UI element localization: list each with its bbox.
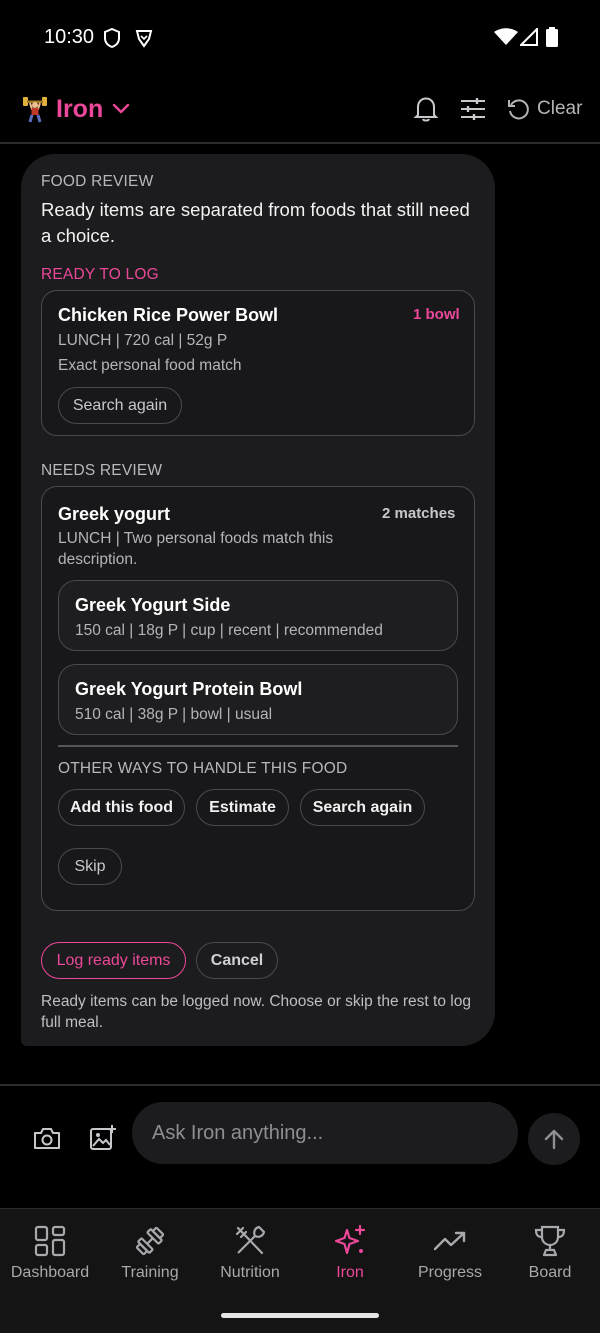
image-add-icon[interactable] <box>89 1124 117 1152</box>
ready-to-log-label: READY TO LOG <box>41 266 159 283</box>
send-button[interactable] <box>528 1113 580 1165</box>
nav-label: Training <box>121 1264 179 1281</box>
trending-up-icon <box>433 1231 466 1251</box>
review-item-title: Greek yogurt <box>58 504 171 524</box>
food-review-lead: Ready items are separated from foods tha… <box>41 199 470 246</box>
match-option-title: Greek Yogurt Side <box>75 595 231 615</box>
nav-iron[interactable]: Iron <box>300 1224 400 1282</box>
review-item-badge: 2 matches <box>382 505 456 522</box>
nav-label: Iron <box>336 1264 364 1281</box>
app-title[interactable]: Iron <box>56 95 103 124</box>
arrow-up-icon <box>544 1129 564 1150</box>
nav-label: Progress <box>417 1264 483 1281</box>
camera-icon[interactable] <box>33 1126 61 1150</box>
nav-progress[interactable]: Progress <box>400 1224 500 1282</box>
ready-item-title: Chicken Rice Power Bowl <box>58 305 279 325</box>
ready-item-badge: 1 bowl <box>413 306 460 323</box>
ask-input[interactable]: Ask Iron anything... <box>132 1102 518 1164</box>
food-review-label: FOOD REVIEW <box>41 173 154 190</box>
trophy-icon <box>534 1225 566 1257</box>
sliders-icon[interactable] <box>460 97 486 121</box>
other-ways-label: OTHER WAYS TO HANDLE THIS FOOD <box>58 760 348 777</box>
nav-label: Board <box>528 1264 572 1281</box>
footer-hint: Ready items can be logged now. Choose or… <box>41 993 471 1031</box>
needs-review-label: NEEDS REVIEW <box>41 462 163 479</box>
chevron-down-icon[interactable] <box>112 102 130 116</box>
brave-icon <box>135 30 153 48</box>
home-indicator <box>221 1313 379 1318</box>
review-item-meta: LUNCH | Two personal foods match this de… <box>58 530 334 568</box>
header-divider <box>0 142 600 144</box>
nav-dashboard[interactable]: Dashboard <box>0 1224 100 1282</box>
ready-item-meta: LUNCH | 720 cal | 52g P <box>58 332 228 349</box>
ready-search-again-button[interactable]: Search again <box>58 387 182 424</box>
utensils-icon <box>235 1225 266 1255</box>
composer-divider <box>0 1084 600 1086</box>
cancel-button[interactable]: Cancel <box>196 942 278 979</box>
nav-training[interactable]: Training <box>100 1224 200 1282</box>
add-this-food-button[interactable]: Add this food <box>58 789 185 826</box>
estimate-button[interactable]: Estimate <box>196 789 289 826</box>
ready-item-note: Exact personal food match <box>58 357 242 374</box>
nav-board[interactable]: Board <box>500 1224 600 1282</box>
status-time: 10:30 <box>44 26 95 48</box>
dashboard-icon <box>34 1225 66 1257</box>
match-option-meta: 150 cal | 18g P | cup | recent | recomme… <box>75 622 383 639</box>
dumbbell-icon <box>135 1226 165 1256</box>
nav-label: Nutrition <box>220 1264 280 1281</box>
options-divider <box>58 745 458 747</box>
nav-label: Dashboard <box>10 1264 90 1281</box>
match-option-meta: 510 cal | 38g P | bowl | usual <box>75 706 273 723</box>
nav-nutrition[interactable]: Nutrition <box>200 1224 300 1282</box>
skip-button[interactable]: Skip <box>58 848 122 885</box>
match-option-title: Greek Yogurt Protein Bowl <box>75 679 303 699</box>
battery-icon <box>546 27 558 47</box>
reset-icon[interactable] <box>506 97 530 121</box>
search-again-button[interactable]: Search again <box>300 789 425 826</box>
sparkles-icon <box>334 1224 366 1255</box>
weightlifter-logo-icon <box>23 97 47 123</box>
clear-button[interactable]: Clear <box>537 98 582 120</box>
cell-signal-icon <box>520 28 538 46</box>
wifi-icon <box>494 28 518 45</box>
log-ready-items-button[interactable]: Log ready items <box>41 942 186 979</box>
shield-icon <box>104 28 120 48</box>
bell-icon[interactable] <box>413 95 439 123</box>
